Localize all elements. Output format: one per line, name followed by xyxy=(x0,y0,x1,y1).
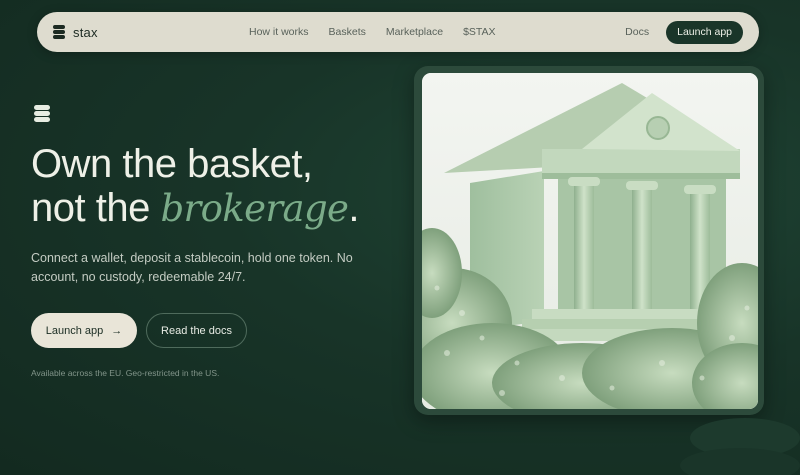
top-navbar: stax How it works Baskets Marketplace $S… xyxy=(37,12,759,52)
nav-link-how-it-works[interactable]: How it works xyxy=(249,26,309,38)
stacked-layers-icon xyxy=(34,105,50,122)
headline-line-1: Own the basket, xyxy=(31,142,313,186)
nav-right: Docs Launch app xyxy=(625,20,743,44)
brand-name: stax xyxy=(73,24,98,40)
brand-logo[interactable]: stax xyxy=(53,25,98,40)
temple-illustration xyxy=(422,73,758,409)
launch-app-label: Launch app xyxy=(45,324,104,337)
stacked-layers-icon xyxy=(53,25,65,39)
nav-link-marketplace[interactable]: Marketplace xyxy=(386,26,443,38)
headline-line-2-suffix: . xyxy=(348,186,359,230)
read-docs-button[interactable]: Read the docs xyxy=(146,313,247,348)
arrow-right-icon: → xyxy=(111,324,123,337)
nav-links: How it works Baskets Marketplace $STAX xyxy=(249,26,496,38)
nav-link-stax-token[interactable]: $STAX xyxy=(463,26,495,38)
availability-note: Available across the EU. Geo-restricted … xyxy=(31,368,220,378)
hero-temple-image xyxy=(422,73,758,409)
nav-link-docs[interactable]: Docs xyxy=(625,26,649,38)
nav-link-baskets[interactable]: Baskets xyxy=(329,26,366,38)
decorative-shape xyxy=(680,448,800,475)
headline-accent-word: brokerage xyxy=(160,187,349,230)
hero-headline: Own the basket, not the brokerage. xyxy=(31,142,359,231)
headline-line-2-prefix: not the xyxy=(31,186,161,230)
nav-launch-app-button[interactable]: Launch app xyxy=(666,20,743,44)
hero-subtext: Connect a wallet, deposit a stablecoin, … xyxy=(31,251,353,284)
launch-app-button[interactable]: Launch app → xyxy=(31,313,137,348)
